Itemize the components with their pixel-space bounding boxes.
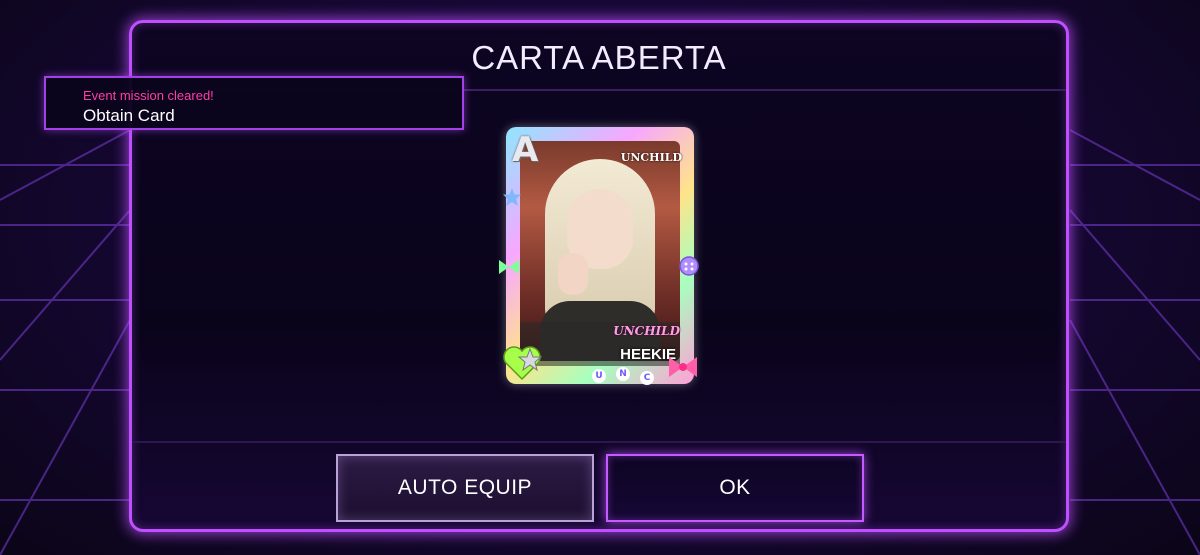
star-icon bbox=[503, 188, 521, 206]
ribbon-icon bbox=[499, 260, 519, 274]
card-rank-badge: A bbox=[512, 130, 539, 170]
hand bbox=[558, 253, 588, 295]
notification-message: Obtain Card bbox=[83, 106, 175, 125]
ok-button[interactable]: OK bbox=[606, 454, 864, 522]
mission-notification: Event mission cleared! Obtain Card bbox=[44, 76, 464, 130]
bow-icon bbox=[669, 357, 697, 377]
footer-divider bbox=[132, 441, 1066, 443]
card-group-label-top: UNCHILD bbox=[620, 151, 682, 164]
button-flower-icon bbox=[679, 256, 699, 276]
letter-bead-n: N bbox=[616, 367, 630, 381]
letter-bead-c: C bbox=[640, 371, 654, 385]
dialog-title: CARTA ABERTA bbox=[471, 39, 727, 76]
auto-equip-button[interactable]: AUTO EQUIP bbox=[336, 454, 594, 522]
heart-star-icon bbox=[503, 346, 543, 381]
obtained-card[interactable]: A UNCHILD UNCHILD HEEKIE U N C bbox=[499, 127, 699, 385]
card-group-label-bottom: UNCHILD bbox=[613, 324, 680, 338]
letter-bead-u: U bbox=[592, 369, 606, 383]
notification-subtitle: Event mission cleared! bbox=[83, 88, 214, 103]
